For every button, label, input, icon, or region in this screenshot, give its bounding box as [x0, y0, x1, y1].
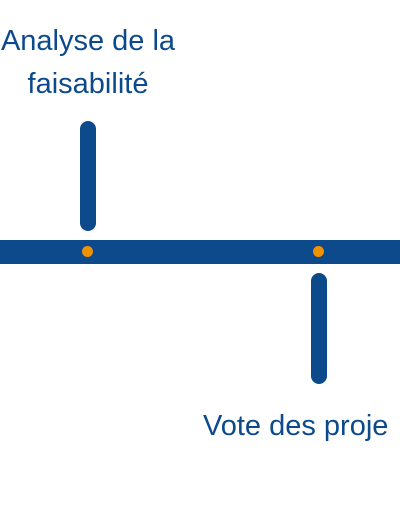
milestone-dot-vote — [313, 246, 324, 257]
milestone-label-analyse: Analyse de la faisabilité — [0, 20, 193, 106]
milestone-label-vote: Vote des proje — [203, 410, 389, 442]
milestone-connector-vote — [311, 273, 327, 384]
milestone-label-line-1: Analyse de la — [0, 25, 176, 57]
timeline-diagram: Analyse de la faisabilité Vote des proje — [0, 0, 400, 516]
milestone-dot-analyse — [82, 246, 93, 257]
milestone-connector-analyse — [80, 121, 96, 231]
milestone-label-line-2: faisabilité — [27, 68, 149, 100]
timeline-axis — [0, 240, 400, 264]
